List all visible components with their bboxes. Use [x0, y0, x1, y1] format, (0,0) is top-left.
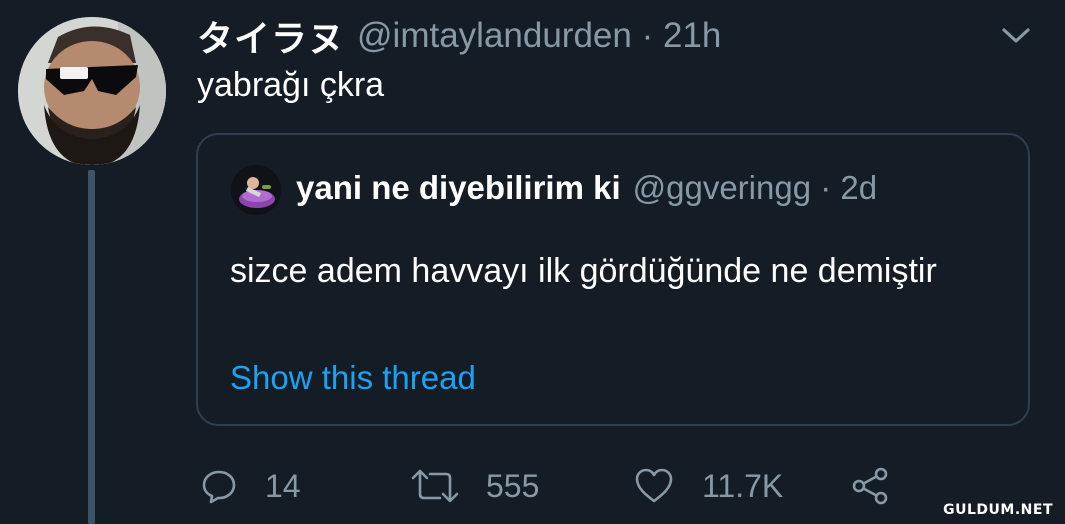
retweet-icon — [411, 469, 459, 503]
quoted-tweet-header: yani ne diyebilirim ki @ggveringg · 2d — [296, 169, 877, 207]
tweet-text: yabrağı çkra — [197, 66, 385, 104]
heart-icon — [635, 468, 673, 503]
quoted-tweet-text: sizce adem havvayı ilk gördüğünde ne dem… — [230, 252, 937, 290]
like-count: 11.7K — [702, 467, 784, 504]
reply-button[interactable]: 14 — [201, 458, 301, 514]
like-button[interactable]: 11.7K — [634, 458, 783, 514]
chevron-down-icon[interactable] — [1000, 22, 1032, 48]
quoted-handle-time[interactable]: @ggveringg · 2d — [633, 169, 877, 207]
tweet-display-name[interactable]: タイラヌ — [197, 10, 345, 62]
user-avatar[interactable] — [18, 17, 166, 165]
retweet-count: 555 — [486, 467, 540, 504]
share-icon — [852, 467, 888, 505]
watermark: GULDUM.NET — [943, 502, 1053, 518]
quoted-user-avatar[interactable] — [231, 165, 281, 215]
show-thread-link[interactable]: Show this thread — [230, 359, 476, 397]
reply-count: 14 — [265, 467, 301, 504]
retweet-button[interactable]: 555 — [410, 458, 539, 514]
share-button[interactable] — [850, 458, 890, 514]
reply-icon — [202, 470, 236, 504]
tweet-actions-bar: 14 555 11.7K — [0, 458, 1065, 514]
user-avatar-photo-icon — [18, 17, 166, 165]
quoted-user-avatar-icon — [231, 165, 281, 215]
tweet-header: タイラヌ @imtaylandurden · 21h — [197, 14, 721, 60]
tweet-handle-time[interactable]: @imtaylandurden · 21h — [357, 16, 721, 56]
quoted-tweet-card[interactable]: yani ne diyebilirim ki @ggveringg · 2d s… — [196, 133, 1030, 426]
quoted-display-name[interactable]: yani ne diyebilirim ki — [296, 169, 621, 207]
